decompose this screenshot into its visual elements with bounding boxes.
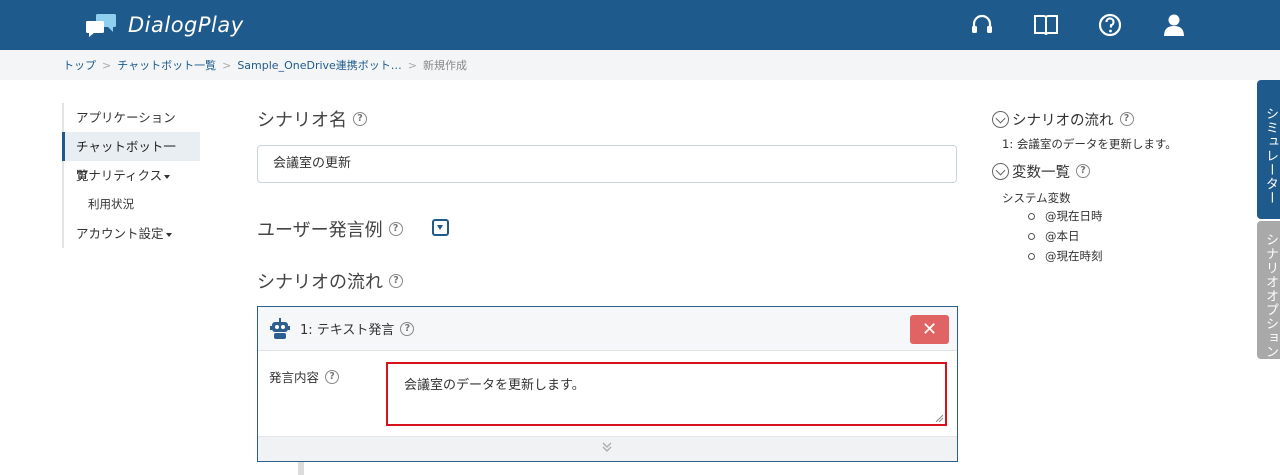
system-var-item[interactable]: @本日	[1028, 226, 1242, 246]
delete-step-button[interactable]: ✕	[910, 315, 949, 344]
breadcrumb-separator: >	[407, 58, 418, 72]
help-icon[interactable]: ?	[1119, 112, 1134, 126]
breadcrumb-current: 新規作成	[423, 59, 468, 72]
step-title: 1: テキスト発言	[300, 323, 395, 338]
caret-down-icon	[165, 232, 172, 237]
user-examples-heading: ユーザー発言例 ?	[257, 216, 403, 242]
vars-section-toggle[interactable]: 変数一覧 ?	[992, 160, 1242, 182]
breadcrumb-bot[interactable]: Sample_OneDrive連携ボット…	[237, 57, 401, 73]
help-icon[interactable]	[1097, 12, 1123, 38]
sidebar-item-label: アカウント設定	[76, 226, 164, 241]
sidebar: アプリケーション チャットボット一覧 アナリティクス 利用状況 アカウント設定	[62, 103, 212, 248]
sidebar-item-applications[interactable]: アプリケーション	[62, 103, 212, 132]
help-icon[interactable]: ?	[1076, 164, 1090, 178]
breadcrumb: トップ > チャットボット一覧 > Sample_OneDrive連携ボット… …	[0, 50, 1280, 80]
system-var-item[interactable]: @現在日時	[1028, 206, 1242, 226]
content-field-label: 発言内容 ?	[269, 367, 340, 386]
help-icon[interactable]: ?	[325, 369, 340, 384]
right-panel: シナリオの流れ ? 1: 会議室のデータを更新します。 変数一覧 ? システム変…	[992, 108, 1242, 266]
sidebar-item-account-settings[interactable]: アカウント設定	[62, 219, 212, 248]
scenario-name-title: シナリオ名	[257, 110, 347, 131]
flow-connector-line	[298, 462, 304, 475]
book-icon[interactable]	[1033, 12, 1059, 38]
scenario-flow-title: シナリオの流れ	[257, 272, 383, 293]
system-vars-label: システム変数	[1002, 191, 1071, 205]
utterance-textarea[interactable]: 会議室のデータを更新します。	[386, 362, 947, 426]
app-logo[interactable]: DialogPlay	[82, 10, 244, 40]
robot-icon	[270, 317, 290, 339]
scenario-flow-heading: シナリオの流れ ?	[257, 268, 403, 294]
breadcrumb-chatbot-list[interactable]: チャットボット一覧	[117, 57, 216, 73]
help-icon[interactable]: ?	[400, 321, 415, 336]
breadcrumb-top[interactable]: トップ	[63, 57, 96, 73]
step-header: 1: テキスト発言 ? ✕	[258, 307, 957, 351]
system-vars: システム変数 @現在日時 @本日 @現在時刻	[992, 190, 1242, 266]
system-var-item[interactable]: @現在時刻	[1028, 246, 1242, 266]
sidebar-item-usage[interactable]: 利用状況	[62, 190, 212, 219]
sidebar-item-label: アナリティクス	[76, 168, 163, 183]
scenario-name-heading: シナリオ名 ?	[257, 106, 367, 132]
help-icon[interactable]: ?	[388, 222, 403, 236]
help-icon[interactable]: ?	[389, 274, 403, 288]
top-header: DialogPlay	[0, 0, 1280, 50]
expand-footer[interactable]	[258, 436, 957, 461]
chat-bubbles-icon	[86, 14, 116, 37]
app-name: DialogPlay	[128, 13, 244, 37]
scenario-name-input[interactable]: 会議室の更新	[257, 145, 957, 183]
chevron-circle-down-icon	[992, 110, 1009, 128]
user-icon[interactable]	[1161, 12, 1187, 38]
text-step-card: 1: テキスト発言 ? ✕ 発言内容 ? 会議室のデータを更新します。	[257, 306, 958, 462]
vars-section-title: 変数一覧	[1012, 164, 1070, 181]
tab-scenario-options[interactable]: シナリオオプション	[1257, 221, 1280, 359]
caret-down-icon	[164, 174, 171, 179]
help-icon[interactable]: ?	[353, 112, 367, 126]
double-chevron-down-icon	[602, 442, 612, 452]
tab-simulator[interactable]: シミュレーター	[1257, 80, 1280, 219]
expand-toggle-button[interactable]	[432, 219, 449, 236]
breadcrumb-separator: >	[102, 58, 112, 72]
sidebar-item-chatbot-list[interactable]: チャットボット一覧	[62, 132, 200, 183]
flow-item[interactable]: 1: 会議室のデータを更新します。	[992, 136, 1242, 152]
sidebar-item-analytics[interactable]: アナリティクス	[62, 161, 212, 190]
headset-icon[interactable]	[969, 12, 995, 38]
breadcrumb-separator: >	[222, 58, 232, 72]
utterance-text: 会議室のデータを更新します。	[404, 378, 585, 393]
flow-section-title: シナリオの流れ	[1012, 112, 1114, 129]
flow-item-text: 1: 会議室のデータを更新します。	[1002, 137, 1177, 151]
user-examples-title: ユーザー発言例	[257, 220, 383, 241]
resize-grip-icon[interactable]	[935, 414, 943, 422]
field-label-text: 発言内容	[269, 370, 320, 385]
flow-section-toggle[interactable]: シナリオの流れ ?	[992, 108, 1242, 130]
chevron-circle-down-icon	[992, 162, 1009, 180]
